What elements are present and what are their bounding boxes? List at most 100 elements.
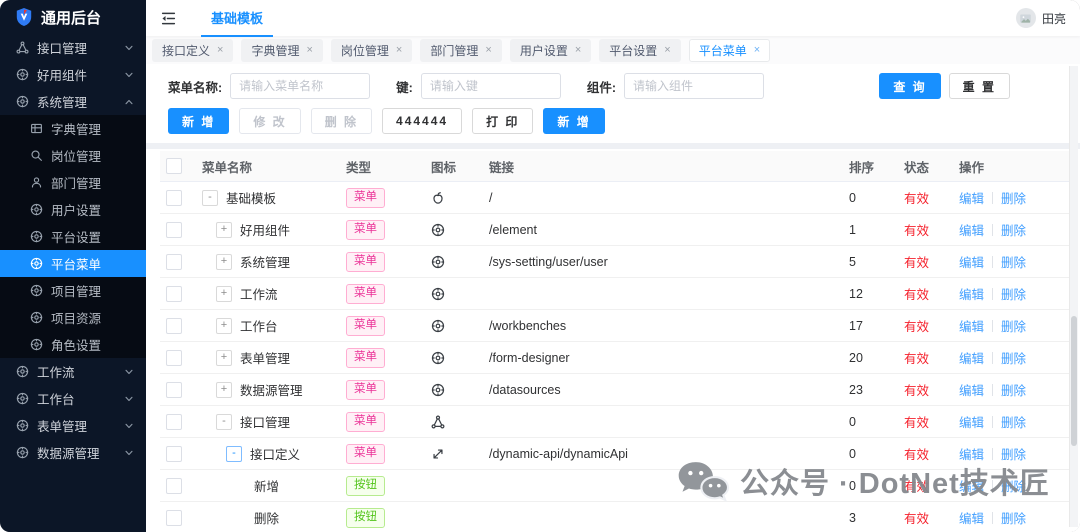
delete-link[interactable]: 删除 (1001, 348, 1026, 367)
expand-toggle[interactable]: - (202, 190, 218, 206)
delete-link[interactable]: 删除 (1001, 188, 1026, 207)
icon-cell (425, 223, 483, 237)
top-nav-tab[interactable]: 基础模板 (201, 0, 273, 37)
edit-link[interactable]: 编辑 (959, 220, 984, 239)
close-icon[interactable]: × (306, 44, 312, 56)
toolbar-button[interactable]: 打 印 (472, 108, 533, 134)
close-icon[interactable]: × (664, 44, 670, 56)
icon-cell (425, 447, 483, 461)
expand-toggle[interactable]: + (216, 318, 232, 334)
edit-link[interactable]: 编辑 (959, 252, 984, 271)
close-icon[interactable]: × (754, 44, 760, 56)
edit-link[interactable]: 编辑 (959, 348, 984, 367)
sidebar-item[interactable]: 平台设置 (0, 223, 146, 250)
close-icon[interactable]: × (217, 44, 223, 56)
column-header: 操作 (953, 157, 1074, 176)
filter-input[interactable] (624, 73, 764, 99)
sort-cell: 23 (843, 383, 898, 397)
scrollbar-thumb[interactable] (1071, 316, 1077, 446)
sidebar-item[interactable]: 角色设置 (0, 331, 146, 358)
sidebar-item[interactable]: 岗位管理 (0, 142, 146, 169)
row-checkbox[interactable] (166, 510, 182, 526)
toolbar-button[interactable]: 修 改 (239, 108, 300, 134)
sidebar-item[interactable]: 用户设置 (0, 196, 146, 223)
page-tab[interactable]: 平台菜单 × (689, 39, 770, 62)
menu-name: 工作流 (240, 284, 278, 303)
sidebar-item[interactable]: 接口管理 (0, 34, 146, 61)
row-checkbox[interactable] (166, 254, 182, 270)
filter-input[interactable] (230, 73, 370, 99)
row-actions: 编辑 删除 (953, 348, 1074, 367)
row-checkbox[interactable] (166, 286, 182, 302)
expand-toggle[interactable]: + (216, 286, 232, 302)
row-checkbox[interactable] (166, 222, 182, 238)
sidebar-item[interactable]: 数据源管理 (0, 439, 146, 466)
edit-link[interactable]: 编辑 (959, 508, 984, 527)
expand-toggle[interactable]: + (216, 254, 232, 270)
page-tab[interactable]: 字典管理 × (241, 39, 322, 62)
row-checkbox[interactable] (166, 350, 182, 366)
sidebar-item[interactable]: 项目资源 (0, 304, 146, 331)
close-icon[interactable]: × (575, 44, 581, 56)
settings-circle-icon (431, 255, 445, 269)
delete-link[interactable]: 删除 (1001, 252, 1026, 271)
sidebar-item[interactable]: 系统管理 (0, 88, 146, 115)
toolbar-button[interactable]: 444444 (382, 108, 462, 134)
workflow-icon (16, 365, 29, 378)
delete-link[interactable]: 删除 (1001, 380, 1026, 399)
close-icon[interactable]: × (396, 44, 402, 56)
row-checkbox[interactable] (166, 414, 182, 430)
page-tab[interactable]: 用户设置 × (510, 39, 591, 62)
sidebar-item[interactable]: 好用组件 (0, 61, 146, 88)
filter-field: 组件: (587, 73, 764, 99)
delete-link[interactable]: 删除 (1001, 412, 1026, 431)
avatar[interactable] (1016, 8, 1036, 28)
sidebar-item[interactable]: 平台菜单 (0, 250, 146, 277)
vertical-scrollbar[interactable] (1069, 66, 1078, 527)
sidebar-item[interactable]: 工作流 (0, 358, 146, 385)
row-checkbox[interactable] (166, 318, 182, 334)
page-tab[interactable]: 岗位管理 × (331, 39, 412, 62)
expand-toggle[interactable]: + (216, 350, 232, 366)
toolbar-button[interactable]: 新 增 (543, 108, 604, 134)
delete-link[interactable]: 删除 (1001, 316, 1026, 335)
page-tab-label: 部门管理 (430, 42, 478, 59)
user-menu[interactable]: 田亮 (1016, 8, 1066, 28)
sidebar-item[interactable]: 表单管理 (0, 412, 146, 439)
close-icon[interactable]: × (485, 44, 491, 56)
page-tab[interactable]: 部门管理 × (420, 39, 501, 62)
edit-link[interactable]: 编辑 (959, 380, 984, 399)
edit-link[interactable]: 编辑 (959, 412, 984, 431)
menu-name: 工作台 (240, 316, 278, 335)
edit-link[interactable]: 编辑 (959, 316, 984, 335)
sidebar-item[interactable]: 部门管理 (0, 169, 146, 196)
expand-toggle[interactable]: + (216, 222, 232, 238)
expand-toggle[interactable]: - (226, 446, 242, 462)
menu-fold-icon[interactable] (160, 10, 177, 27)
dict-icon (30, 122, 43, 135)
toolbar-button[interactable]: 新 增 (168, 108, 229, 134)
edit-link[interactable]: 编辑 (959, 284, 984, 303)
row-checkbox[interactable] (166, 190, 182, 206)
page-tab[interactable]: 平台设置 × (599, 39, 680, 62)
row-checkbox[interactable] (166, 478, 182, 494)
delete-link[interactable]: 删除 (1001, 284, 1026, 303)
expand-toggle[interactable]: - (216, 414, 232, 430)
search-button[interactable]: 查 询 (879, 73, 940, 99)
toolbar-button[interactable]: 删 除 (311, 108, 372, 134)
delete-link[interactable]: 删除 (1001, 508, 1026, 527)
expand-toggle[interactable]: + (216, 382, 232, 398)
filter-input[interactable] (421, 73, 561, 99)
sidebar-item[interactable]: 字典管理 (0, 115, 146, 142)
sidebar-item[interactable]: 项目管理 (0, 277, 146, 304)
select-all-checkbox[interactable] (166, 158, 182, 174)
row-checkbox[interactable] (166, 382, 182, 398)
sidebar-item[interactable]: 工作台 (0, 385, 146, 412)
edit-link[interactable]: 编辑 (959, 188, 984, 207)
page-tab[interactable]: 接口定义 × (152, 39, 233, 62)
reset-button[interactable]: 重 置 (949, 73, 1010, 99)
sort-cell: 0 (843, 191, 898, 205)
row-checkbox[interactable] (166, 446, 182, 462)
delete-link[interactable]: 删除 (1001, 220, 1026, 239)
page-tab-label: 平台设置 (609, 42, 657, 59)
